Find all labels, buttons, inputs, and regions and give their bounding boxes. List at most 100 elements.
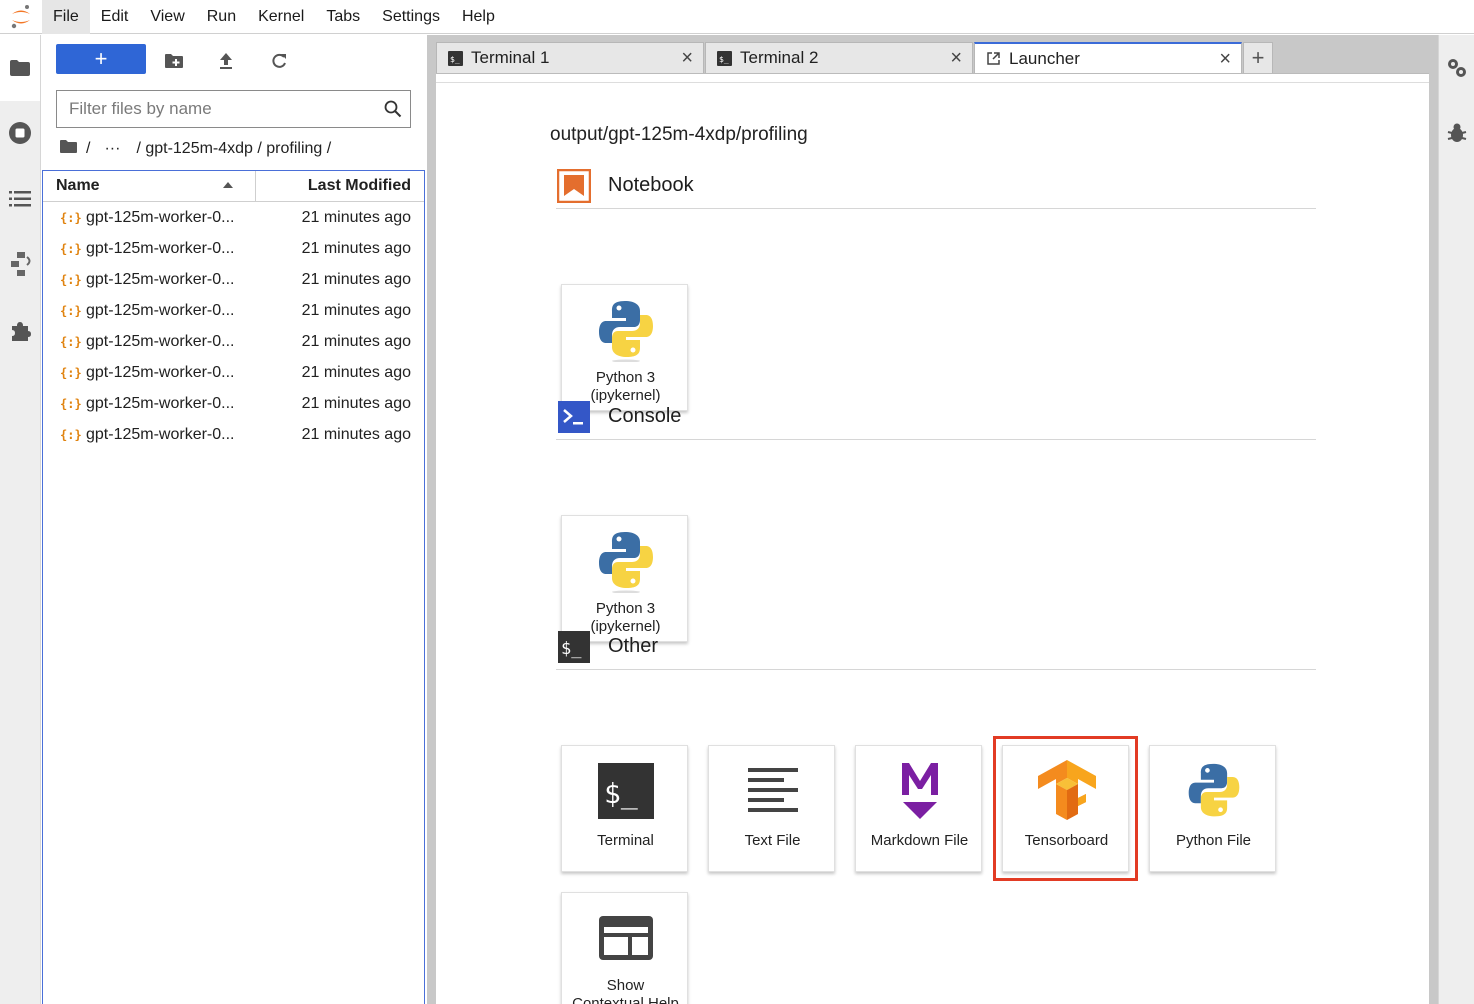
close-icon[interactable]: × — [681, 47, 693, 70]
card-notebook-python3[interactable]: Python 3 (ipykernel) — [561, 284, 688, 411]
extension-icon[interactable] — [0, 313, 40, 349]
notebook-icon — [556, 168, 592, 204]
svg-text:$_: $_ — [604, 777, 638, 811]
json-file-icon: {:} — [60, 365, 82, 380]
new-folder-icon[interactable] — [162, 49, 186, 73]
file-modified: 21 minutes ago — [301, 363, 411, 381]
card-text-file[interactable]: Text File — [708, 745, 835, 872]
tab-terminal-2[interactable]: $_ Terminal 2 × — [705, 42, 973, 73]
svg-text:$_: $_ — [719, 55, 729, 64]
file-modified: 21 minutes ago — [301, 208, 411, 226]
terminal-icon: $_ — [562, 756, 689, 826]
section-label: Other — [608, 635, 659, 657]
menu-kernel[interactable]: Kernel — [247, 0, 315, 34]
new-launcher-button[interactable]: + — [56, 44, 146, 74]
tab-terminal-1[interactable]: $_ Terminal 1 × — [436, 42, 704, 73]
property-inspector-icon[interactable] — [1439, 50, 1474, 86]
tab-launcher[interactable]: Launcher × — [974, 42, 1242, 73]
running-icon[interactable] — [0, 115, 40, 151]
file-row[interactable]: {:} gpt-125m-worker-0... 21 minutes ago — [43, 233, 424, 264]
breadcrumb-path[interactable]: / gpt-125m-4xdp / profiling / — [136, 140, 331, 158]
file-row[interactable]: {:} gpt-125m-worker-0... 21 minutes ago — [43, 419, 424, 450]
json-file-icon: {:} — [60, 427, 82, 442]
card-markdown-file[interactable]: Markdown File — [855, 745, 982, 872]
file-row[interactable]: {:} gpt-125m-worker-0... 21 minutes ago — [43, 295, 424, 326]
file-name: gpt-125m-worker-0... — [86, 239, 235, 257]
card-label-line1: Python 3 — [595, 369, 656, 386]
terminal-icon: $_ — [556, 629, 592, 665]
file-filter-input[interactable] — [69, 99, 369, 119]
card-console-python3[interactable]: Python 3 (ipykernel) — [561, 515, 688, 642]
close-icon[interactable]: × — [1219, 48, 1231, 71]
launcher-cwd: output/gpt-125m-4xdp/profiling — [550, 124, 808, 145]
menu-run[interactable]: Run — [196, 0, 247, 34]
card-label: Markdown File — [870, 832, 969, 849]
file-row[interactable]: {:} gpt-125m-worker-0... 21 minutes ago — [43, 388, 424, 419]
git-icon[interactable] — [0, 247, 40, 283]
sort-ascending-icon — [223, 182, 233, 188]
menu-bar: File Edit View Run Kernel Tabs Settings … — [0, 0, 1474, 34]
menu-view[interactable]: View — [139, 0, 195, 34]
file-name: gpt-125m-worker-0... — [86, 208, 235, 226]
python-icon — [562, 526, 689, 596]
tab-label: Terminal 2 — [740, 48, 819, 67]
upload-icon[interactable] — [214, 49, 238, 73]
file-row[interactable]: {:} gpt-125m-worker-0... 21 minutes ago — [43, 202, 424, 233]
file-modified: 21 minutes ago — [301, 332, 411, 350]
menu-tabs[interactable]: Tabs — [315, 0, 371, 34]
file-name: gpt-125m-worker-0... — [86, 301, 235, 319]
menu-help[interactable]: Help — [451, 0, 506, 34]
section-other: $_ Other — [556, 624, 1316, 670]
column-name-header[interactable]: Name — [43, 171, 256, 201]
tab-bar: $_ Terminal 1 × $_ Terminal 2 × Launcher… — [436, 42, 1273, 73]
search-icon — [384, 100, 402, 123]
toc-icon[interactable] — [0, 181, 40, 217]
json-file-icon: {:} — [60, 241, 82, 256]
debugger-icon[interactable] — [1439, 115, 1474, 151]
json-file-icon: {:} — [60, 272, 82, 287]
json-file-icon: {:} — [60, 396, 82, 411]
terminal-icon: $_ — [716, 50, 732, 66]
tab-label: Terminal 1 — [471, 48, 550, 67]
menu-settings[interactable]: Settings — [371, 0, 451, 34]
text-file-icon — [709, 756, 836, 826]
card-label-line1: Show — [606, 977, 645, 994]
breadcrumb-home-folder-icon[interactable] — [59, 139, 78, 159]
breadcrumb: / ··· / gpt-125m-4xdp / profiling / — [59, 137, 331, 161]
right-activity-bar — [1438, 35, 1474, 1004]
card-contextual-help[interactable]: Show Contextual Help — [561, 892, 688, 1004]
left-activity-bar — [0, 35, 41, 1004]
refresh-icon[interactable] — [267, 49, 291, 73]
panel-splitter[interactable] — [427, 35, 436, 1004]
file-rows: {:} gpt-125m-worker-0... 21 minutes ago {:}… — [43, 202, 424, 450]
file-filter-box[interactable] — [56, 90, 411, 128]
file-name: gpt-125m-worker-0... — [86, 425, 235, 443]
file-name: gpt-125m-worker-0... — [86, 270, 235, 288]
card-python-file[interactable]: Python File — [1149, 745, 1276, 872]
column-modified-header[interactable]: Last Modified — [256, 171, 424, 201]
file-browser-toolbar: + — [41, 35, 427, 85]
file-row[interactable]: {:} gpt-125m-worker-0... 21 minutes ago — [43, 357, 424, 388]
section-label: Notebook — [608, 174, 694, 196]
panel-top-strip — [436, 74, 1429, 83]
menu-edit[interactable]: Edit — [90, 0, 140, 34]
folder-icon[interactable] — [0, 35, 40, 101]
section-notebook: Notebook — [556, 163, 1316, 209]
file-listing: Name Last Modified {:} gpt-125m-worker-0.… — [42, 170, 425, 1004]
file-browser: + / ··· / gpt-125m-4xdp / profiling / Na… — [41, 35, 427, 1004]
json-file-icon: {:} — [60, 210, 82, 225]
file-name: gpt-125m-worker-0... — [86, 363, 235, 381]
add-tab-button[interactable]: + — [1243, 42, 1273, 73]
file-row[interactable]: {:} gpt-125m-worker-0... 21 minutes ago — [43, 326, 424, 357]
file-name: gpt-125m-worker-0... — [86, 394, 235, 412]
card-tensorboard[interactable]: Tensorboard — [1002, 745, 1129, 872]
breadcrumb-ellipsis[interactable]: ··· — [104, 140, 120, 158]
svg-text:$_: $_ — [561, 639, 582, 659]
breadcrumb-root[interactable]: / — [86, 140, 90, 158]
card-label: Show Contextual Help — [562, 977, 689, 1004]
column-modified-label: Last Modified — [307, 177, 411, 194]
close-icon[interactable]: × — [950, 47, 962, 70]
card-terminal[interactable]: $_ Terminal — [561, 745, 688, 872]
menu-file[interactable]: File — [42, 0, 90, 34]
file-row[interactable]: {:} gpt-125m-worker-0... 21 minutes ago — [43, 264, 424, 295]
